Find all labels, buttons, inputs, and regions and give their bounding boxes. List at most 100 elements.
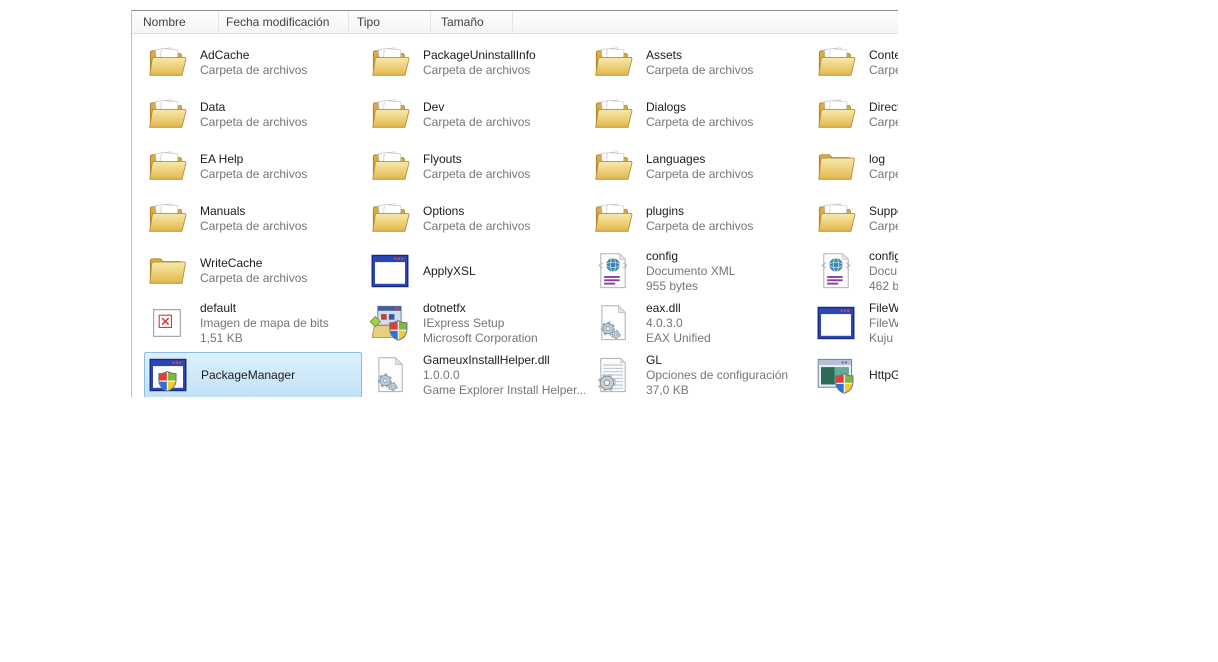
column-header-nombre[interactable]: Nombre bbox=[132, 11, 219, 33]
dll-document-gears-icon bbox=[370, 355, 410, 395]
file-detail: Carpe bbox=[869, 167, 898, 182]
file-detail: 462 by bbox=[869, 279, 898, 294]
file-name: Conte bbox=[869, 48, 898, 63]
file-tile[interactable]: AssetsCarpeta de archivos bbox=[590, 37, 808, 89]
file-text-block: DirectCarpe bbox=[869, 100, 898, 130]
file-name: log bbox=[869, 152, 898, 167]
file-name: Dialogs bbox=[646, 100, 753, 115]
application-image-shield-icon bbox=[816, 355, 856, 395]
column-header-tipo[interactable]: Tipo bbox=[349, 11, 431, 33]
file-text-block: AdCacheCarpeta de archivos bbox=[200, 48, 307, 78]
file-detail: Carpe bbox=[869, 63, 898, 78]
file-tile[interactable]: WriteCacheCarpeta de archivos bbox=[144, 245, 362, 297]
file-text-block: configDocumento XML955 bytes bbox=[646, 249, 735, 294]
column-header-tamano[interactable]: Tamaño bbox=[431, 11, 513, 33]
column-header-fecha-modificacion[interactable]: Fecha modificación bbox=[219, 11, 349, 33]
file-detail: FileW bbox=[869, 316, 898, 331]
file-detail: Carpe bbox=[869, 219, 898, 234]
file-detail: Carpeta de archivos bbox=[423, 115, 530, 130]
file-detail: Carpeta de archivos bbox=[200, 167, 307, 182]
file-detail: 1.0.0.0 bbox=[423, 368, 585, 383]
file-text-block: ManualsCarpeta de archivos bbox=[200, 204, 307, 234]
file-detail: Carpe bbox=[869, 115, 898, 130]
file-tile[interactable]: FlyoutsCarpeta de archivos bbox=[367, 141, 585, 193]
file-detail: Carpeta de archivos bbox=[646, 167, 753, 182]
file-tile[interactable]: DevCarpeta de archivos bbox=[367, 89, 585, 141]
file-detail: Kuju bbox=[869, 331, 898, 346]
file-text-block: WriteCacheCarpeta de archivos bbox=[200, 256, 307, 286]
file-text-block: PackageUninstallInfoCarpeta de archivos bbox=[423, 48, 536, 78]
file-name: GL bbox=[646, 353, 788, 368]
file-tile[interactable]: pluginsCarpeta de archivos bbox=[590, 193, 808, 245]
broken-bitmap-icon bbox=[147, 303, 187, 343]
file-tile[interactable]: logCarpe bbox=[813, 141, 898, 193]
file-detail: Carpeta de archivos bbox=[200, 219, 307, 234]
file-name: HttpG bbox=[869, 368, 898, 383]
file-tile[interactable]: configDocumento XML955 bytes bbox=[590, 245, 808, 297]
folder-with-documents-icon bbox=[816, 199, 856, 239]
application-uac-shield-icon bbox=[148, 355, 188, 395]
file-tile[interactable]: dotnetfxIExpress SetupMicrosoft Corporat… bbox=[367, 297, 585, 349]
folder-with-documents-icon bbox=[816, 43, 856, 83]
file-tile[interactable]: LanguagesCarpeta de archivos bbox=[590, 141, 808, 193]
folder-with-documents-icon bbox=[593, 43, 633, 83]
folder-with-documents-icon bbox=[147, 147, 187, 187]
file-tile[interactable]: DialogsCarpeta de archivos bbox=[590, 89, 808, 141]
file-tile[interactable]: GameuxInstallHelper.dll1.0.0.0Game Explo… bbox=[367, 349, 585, 397]
file-tile[interactable]: SuppoCarpe bbox=[813, 193, 898, 245]
file-tile[interactable]: configDocu462 by bbox=[813, 245, 898, 297]
file-name: eax.dll bbox=[646, 301, 711, 316]
file-tile[interactable]: PackageUninstallInfoCarpeta de archivos bbox=[367, 37, 585, 89]
file-detail: 37,0 KB bbox=[646, 383, 788, 398]
file-name: Manuals bbox=[200, 204, 307, 219]
file-detail: Carpeta de archivos bbox=[200, 115, 307, 130]
file-tile[interactable]: defaultImagen de mapa de bits1,51 KB bbox=[144, 297, 362, 349]
folder-with-documents-icon bbox=[370, 199, 410, 239]
file-text-block: configDocu462 by bbox=[869, 249, 898, 294]
file-name: AdCache bbox=[200, 48, 307, 63]
folder-empty-icon bbox=[147, 251, 187, 291]
file-tile[interactable]: OptionsCarpeta de archivos bbox=[367, 193, 585, 245]
file-text-block: DialogsCarpeta de archivos bbox=[646, 100, 753, 130]
file-detail: Documento XML bbox=[646, 264, 735, 279]
file-tile[interactable]: DirectCarpe bbox=[813, 89, 898, 141]
xml-document-icon bbox=[593, 251, 633, 291]
file-tile[interactable]: ConteCarpe bbox=[813, 37, 898, 89]
file-detail: Opciones de configuración bbox=[646, 368, 788, 383]
file-text-block: EA HelpCarpeta de archivos bbox=[200, 152, 307, 182]
folder-with-documents-icon bbox=[593, 147, 633, 187]
file-name: Languages bbox=[646, 152, 753, 167]
file-tile[interactable]: ApplyXSL bbox=[367, 245, 585, 297]
folder-with-documents-icon bbox=[370, 43, 410, 83]
dll-document-gears-icon bbox=[593, 303, 633, 343]
installer-package-icon bbox=[370, 303, 410, 343]
file-tile[interactable]: HttpG bbox=[813, 349, 898, 397]
file-tile[interactable]: ManualsCarpeta de archivos bbox=[144, 193, 362, 245]
file-name: default bbox=[200, 301, 329, 316]
file-text-block: FileWFileWKuju bbox=[869, 301, 898, 346]
file-text-block: ConteCarpe bbox=[869, 48, 898, 78]
settings-document-gear-icon bbox=[593, 355, 633, 395]
file-tile[interactable]: PackageManager bbox=[144, 352, 362, 397]
folder-with-documents-icon bbox=[147, 43, 187, 83]
file-text-block: dotnetfxIExpress SetupMicrosoft Corporat… bbox=[423, 301, 538, 346]
folder-with-documents-icon bbox=[593, 95, 633, 135]
file-detail: Carpeta de archivos bbox=[200, 63, 307, 78]
file-tile[interactable]: GLOpciones de configuración37,0 KB bbox=[590, 349, 808, 397]
file-text-block: GLOpciones de configuración37,0 KB bbox=[646, 353, 788, 398]
file-tile[interactable]: DataCarpeta de archivos bbox=[144, 89, 362, 141]
file-name: GameuxInstallHelper.dll bbox=[423, 353, 585, 368]
file-tile[interactable]: EA HelpCarpeta de archivos bbox=[144, 141, 362, 193]
application-window-icon bbox=[370, 251, 410, 291]
file-text-block: logCarpe bbox=[869, 152, 898, 182]
file-name: PackageManager bbox=[201, 368, 295, 383]
file-detail: Game Explorer Install Helper... bbox=[423, 383, 585, 398]
file-text-block: GameuxInstallHelper.dll1.0.0.0Game Explo… bbox=[423, 353, 585, 398]
file-text-block: DataCarpeta de archivos bbox=[200, 100, 307, 130]
file-tile[interactable]: eax.dll4.0.3.0EAX Unified bbox=[590, 297, 808, 349]
file-tile[interactable]: FileWFileWKuju bbox=[813, 297, 898, 349]
column-header-filler bbox=[513, 11, 898, 33]
file-detail: Carpeta de archivos bbox=[646, 63, 753, 78]
file-tile[interactable]: AdCacheCarpeta de archivos bbox=[144, 37, 362, 89]
file-text-block: OptionsCarpeta de archivos bbox=[423, 204, 530, 234]
